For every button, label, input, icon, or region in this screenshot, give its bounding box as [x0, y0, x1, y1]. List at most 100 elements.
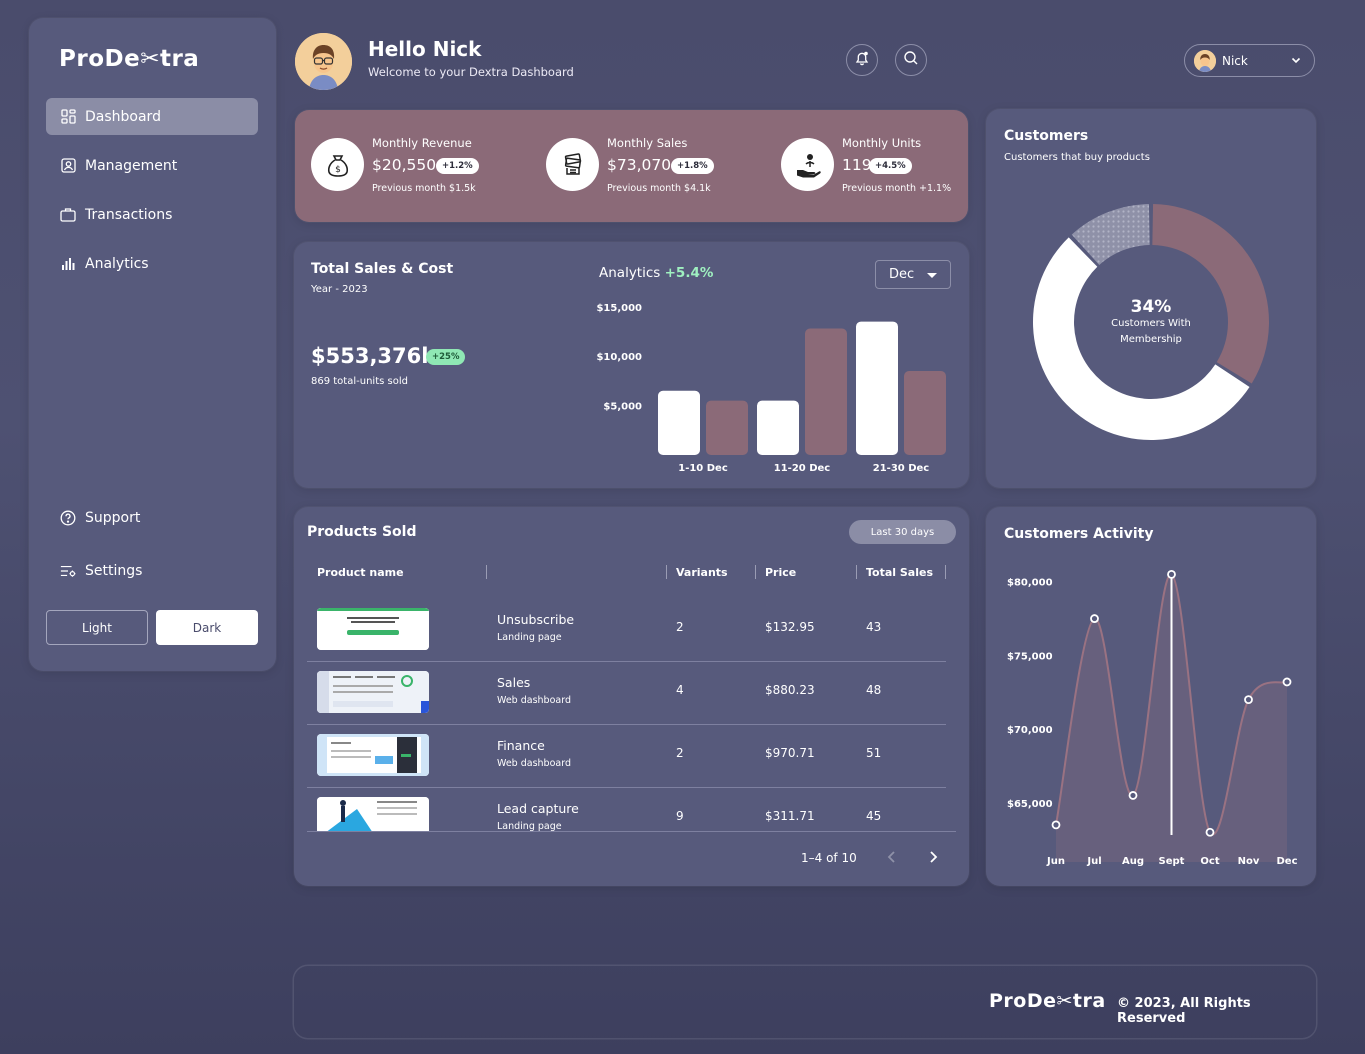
product-type: Web dashboard	[497, 695, 571, 706]
stat-label: Monthly Sales	[607, 136, 688, 150]
product-price: $311.71	[765, 809, 815, 823]
brand-logo[interactable]: ProDe✂tra	[59, 46, 199, 72]
product-total-sales: 43	[866, 620, 882, 634]
product-type: Landing page	[497, 632, 562, 643]
greeting-subtitle: Welcome to your Dextra Dashboard	[368, 65, 574, 79]
bar[interactable]	[904, 371, 946, 455]
bar[interactable]	[658, 390, 700, 455]
stat-previous: Previous month +1.1%	[842, 183, 952, 194]
stat-label: Monthly Units	[842, 136, 922, 150]
product-price: $880.23	[765, 683, 815, 697]
data-point[interactable]	[1128, 791, 1138, 800]
search-button[interactable]	[895, 44, 927, 76]
table-row[interactable]: Unsubscribe Landing page 2 $132.95 43	[307, 599, 956, 662]
x-tick-label: Sept	[1159, 856, 1185, 867]
chevron-left-icon	[886, 849, 898, 868]
data-point[interactable]	[1090, 614, 1099, 623]
sidebar-item-label: Support	[85, 509, 141, 526]
search-icon	[903, 50, 919, 70]
y-tick-label: $80,000	[1007, 578, 1053, 589]
product-thumbnail	[317, 797, 429, 831]
previous-page-button[interactable]	[883, 849, 901, 867]
column-header-variants[interactable]: Variants	[676, 566, 728, 579]
stat-value: $20,550	[372, 156, 437, 174]
sidebar: ProDe✂tra Dashboard Management Transacti…	[29, 18, 276, 671]
next-page-button[interactable]	[924, 849, 942, 867]
light-theme-button[interactable]: Light	[46, 610, 148, 645]
product-thumbnail	[317, 734, 429, 776]
data-point[interactable]	[1282, 677, 1292, 687]
x-tick-label: Dec	[1276, 856, 1297, 867]
bar[interactable]	[757, 400, 799, 455]
range-select-button[interactable]: Last 30 days	[849, 520, 956, 544]
stat-value: 119	[842, 156, 872, 174]
stat-badge: +4.5%	[869, 158, 912, 174]
x-tick-label: Jul	[1086, 856, 1101, 867]
sidebar-item-settings[interactable]: Settings	[46, 552, 258, 589]
x-tick-label: Jun	[1046, 856, 1065, 867]
sidebar-item-dashboard[interactable]: Dashboard	[46, 98, 258, 135]
card-title: Products Sold	[307, 524, 417, 540]
product-name: Sales	[497, 675, 531, 690]
settings-icon	[60, 563, 76, 579]
table-row[interactable]: Lead capture Landing page 9 $311.71 45	[307, 788, 956, 831]
data-point[interactable]	[1205, 827, 1215, 837]
sidebar-item-label: Management	[85, 157, 178, 174]
bar[interactable]	[706, 400, 748, 455]
product-total-sales: 48	[866, 683, 882, 697]
sidebar-item-analytics[interactable]: Analytics	[46, 245, 258, 282]
sidebar-item-management[interactable]: Management	[46, 147, 258, 184]
donut-center-label: Membership	[1120, 334, 1182, 345]
data-point[interactable]	[1244, 695, 1253, 705]
bar[interactable]	[805, 328, 847, 455]
dark-theme-button[interactable]: Dark	[156, 610, 258, 645]
bar-chart-icon	[60, 256, 76, 272]
chevron-down-icon	[1290, 54, 1302, 69]
customers-activity-chart: $65,000 $70,000 $75,000 $80,000 Jun Jul Aug Sep…	[1007, 569, 1298, 867]
user-dropdown[interactable]: Nick	[1184, 44, 1315, 77]
y-tick-label: $5,000	[603, 402, 642, 413]
product-variants: 9	[676, 809, 684, 823]
sidebar-item-transactions[interactable]: Transactions	[46, 196, 258, 233]
table-row[interactable]: Finance Web dashboard 2 $970.71 51	[307, 725, 956, 788]
stat-badge: +1.8%	[671, 158, 714, 174]
sales-bar-chart: $5,000 $10,000 $15,000 1-10 Dec 11-20 Dec 21-…	[596, 303, 946, 474]
data-point[interactable]	[1051, 820, 1061, 830]
avatar[interactable]	[295, 33, 352, 90]
product-price: $970.71	[765, 746, 815, 760]
product-thumbnail	[317, 608, 429, 650]
pagination-label: 1–4 of 10	[801, 851, 857, 865]
x-tick-label: Aug	[1122, 856, 1144, 867]
footer-logo[interactable]: ProDe✂tra	[989, 990, 1106, 1012]
notifications-button[interactable]	[846, 44, 878, 76]
bar[interactable]	[856, 321, 898, 455]
donut-slice[interactable]	[1152, 204, 1269, 384]
customers-card: Customers Customers that buy products 34…	[986, 109, 1316, 488]
product-type: Landing page	[497, 821, 562, 831]
column-divider	[666, 565, 667, 579]
y-tick-label: $10,000	[596, 352, 642, 363]
customers-activity-card: Customers Activity $65,000 $70,000 $75,000…	[986, 507, 1316, 886]
y-tick-label: $65,000	[1007, 799, 1053, 810]
product-total-sales: 51	[866, 746, 882, 760]
sales-cost-card: Total Sales & Cost Year - 2023 $553,376k…	[294, 242, 969, 488]
y-tick-label: $70,000	[1007, 725, 1053, 736]
dashboard-icon	[60, 109, 76, 125]
briefcase-icon	[60, 207, 76, 223]
x-tick-label: Nov	[1238, 856, 1260, 867]
table-row[interactable]: Sales Web dashboard 4 $880.23 48	[307, 662, 956, 725]
x-tick-label: Oct	[1200, 856, 1219, 867]
sidebar-item-label: Dashboard	[85, 108, 161, 125]
column-header-price[interactable]: Price	[765, 566, 796, 579]
product-thumbnail	[317, 671, 429, 713]
data-point[interactable]	[1167, 569, 1176, 579]
column-divider	[945, 565, 946, 579]
column-header-product[interactable]: Product name	[317, 566, 404, 579]
user-name: Nick	[1222, 53, 1248, 68]
stat-previous: Previous month $1.5k	[372, 183, 476, 194]
sidebar-item-support[interactable]: Support	[46, 499, 258, 536]
stat-previous: Previous month $4.1k	[607, 183, 711, 194]
column-header-total-sales[interactable]: Total Sales	[866, 566, 933, 579]
sidebar-item-label: Transactions	[85, 206, 173, 223]
table-bottom-divider	[307, 831, 956, 832]
